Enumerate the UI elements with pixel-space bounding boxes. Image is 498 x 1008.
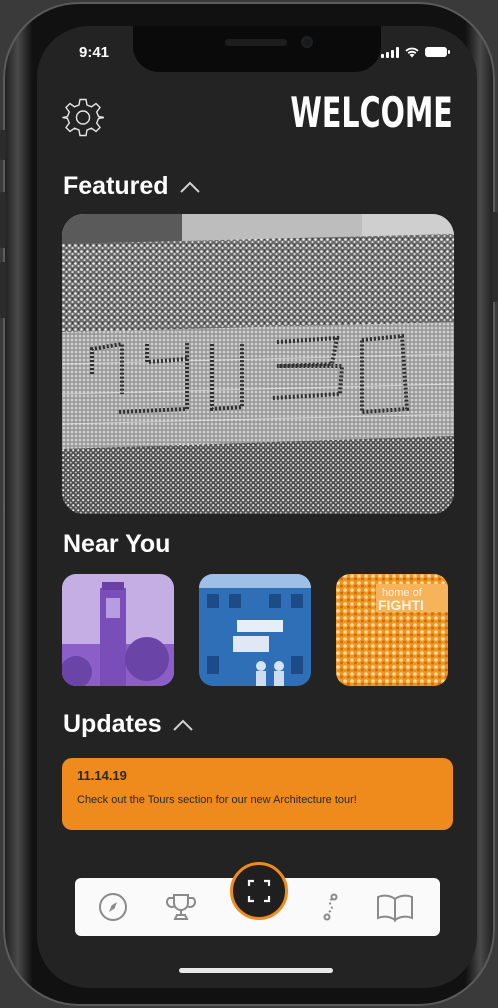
notch xyxy=(133,26,381,72)
status-time: 9:41 xyxy=(79,44,110,61)
update-card[interactable]: 11.14.19 Check out the Tours section for… xyxy=(62,758,453,830)
featured-header[interactable]: Featured xyxy=(63,172,201,201)
page-title: WELCOME xyxy=(290,88,453,137)
near-you-title: Near You xyxy=(63,530,171,558)
volume-up-button xyxy=(0,192,6,248)
chevron-up-icon[interactable] xyxy=(172,718,194,732)
scan-icon xyxy=(247,879,271,903)
cellular-signal-icon xyxy=(381,46,399,58)
bell-tower-photo xyxy=(62,574,174,686)
compass-icon[interactable] xyxy=(97,891,129,923)
trophy-icon[interactable] xyxy=(165,891,197,923)
building-banner-photo xyxy=(199,574,311,686)
updates-header[interactable]: Updates xyxy=(63,710,194,739)
volume-down-button xyxy=(0,262,6,318)
near-you-item[interactable] xyxy=(62,574,174,686)
near-you-header: Near You xyxy=(63,530,170,559)
featured-title: Featured xyxy=(63,172,169,200)
updates-title: Updates xyxy=(63,710,162,738)
book-icon[interactable] xyxy=(375,891,415,923)
status-icons xyxy=(381,46,450,58)
chevron-up-icon[interactable] xyxy=(179,180,201,194)
route-icon[interactable] xyxy=(315,891,347,923)
phone-frame: 9:41 WELCOME Featured Near You home of F… xyxy=(0,2,498,1006)
front-camera xyxy=(301,36,313,48)
gear-icon[interactable] xyxy=(62,96,104,138)
featured-image[interactable] xyxy=(62,214,454,514)
update-text: Check out the Tours section for our new … xyxy=(77,794,357,806)
app-screen: 9:41 WELCOME Featured Near You home of F… xyxy=(37,26,477,988)
speaker xyxy=(225,39,287,46)
wifi-icon xyxy=(405,47,419,58)
battery-icon xyxy=(425,47,450,57)
banner-text-2: FIGHTI xyxy=(378,597,424,613)
crowd-photo: home of FIGHTI xyxy=(336,574,448,686)
scan-button[interactable] xyxy=(230,862,288,920)
near-you-item[interactable]: home of FIGHTI xyxy=(336,574,448,686)
near-you-item[interactable] xyxy=(199,574,311,686)
power-button xyxy=(492,212,498,302)
silent-switch xyxy=(0,130,6,160)
home-indicator[interactable] xyxy=(179,968,333,973)
update-date: 11.14.19 xyxy=(77,768,127,783)
stadium-photo xyxy=(62,214,454,514)
